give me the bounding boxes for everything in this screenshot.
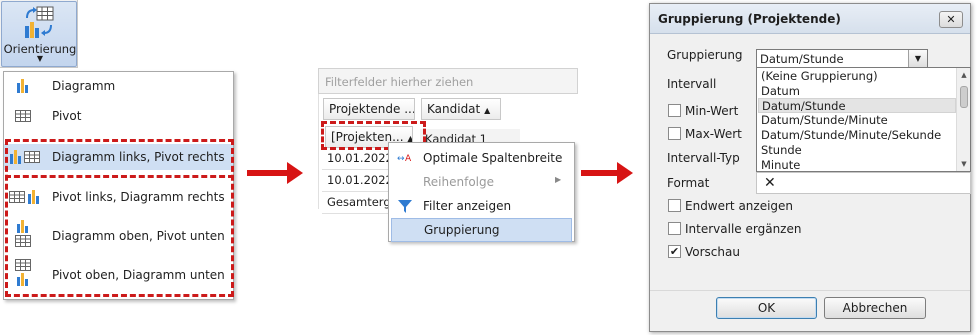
svg-text:↔: ↔ [397,154,405,164]
dropdown-option[interactable]: Stunde [758,143,956,158]
dropdown-option[interactable]: (Keine Gruppierung) [758,69,956,84]
highlight-frame [5,139,234,297]
row-cell: 10.01.2022 1 [322,170,392,192]
label-intervall: Intervall [667,77,717,91]
dropdown-scrollbar[interactable]: ▲ ▼ [956,68,970,171]
label-gruppierung: Gruppierung [667,48,743,62]
scrollbar-thumb[interactable] [960,86,968,108]
sort-up-icon: ▲ [484,106,491,115]
combo-value: Datum/Stunde [760,52,844,66]
close-button[interactable]: ✕ [939,11,963,28]
dropdown-option[interactable]: Minute [758,158,956,170]
label-intervall-typ: Intervall-Typ [667,151,740,165]
bar-chart-icon [17,79,28,93]
label-endwert-anzeigen: Endwert anzeigen [685,199,794,213]
min-wert-checkbox[interactable] [668,104,681,117]
svg-text:A: A [405,154,412,164]
scroll-down-icon[interactable]: ▼ [957,158,971,170]
dialog-divider [650,290,970,291]
label-intervalle-ergaenzen: Intervalle ergänzen [685,222,802,236]
dialog-title: Gruppierung (Projektende) [658,12,841,26]
highlight-divider [5,175,234,178]
chevron-down-icon[interactable]: ▼ [908,50,927,67]
label-vorschau: Vorschau [685,245,740,259]
row-cell: 10.01.2022 1 [322,148,392,170]
ok-button[interactable]: OK [716,297,817,319]
label-max-wert: Max-Wert [685,127,742,141]
pivot-grid-icon [15,110,31,122]
arrow-shaft [581,170,619,176]
checkmark-icon: ✔ [669,245,680,258]
menu-item-gruppierung[interactable]: Gruppierung [391,218,572,242]
menu-item-label: Gruppierung [424,223,500,237]
endwert-anzeigen-checkbox[interactable] [668,199,681,212]
menu-item-label: Optimale Spaltenbreite [423,151,563,165]
label-min-wert: Min-Wert [685,104,739,118]
filter-area[interactable]: Filterfelder hierher ziehen [318,68,578,94]
menu-item-filter-anzeigen[interactable]: Filter anzeigen [389,194,574,218]
menu-item-reihenfolge[interactable]: Reihenfolge ▶ [389,170,574,194]
column-header-kandidat[interactable]: Kandidat ▲ [421,98,501,120]
chevron-right-icon: ▶ [555,175,562,184]
column-header-projektende[interactable]: Projektende ... [323,98,415,120]
dropdown-option-selected[interactable]: Datum/Stunde [758,98,956,113]
orientation-icon [25,6,54,38]
gruppierung-combo[interactable]: Datum/Stunde ▼ [756,49,928,68]
clear-format-icon[interactable]: ✕ [764,175,776,191]
arrow-right-icon [617,162,633,184]
orientierung-button[interactable]: Orientierung ▼ [1,1,77,67]
menu-item-label: Pivot [52,109,82,123]
filter-icon [398,200,412,213]
cancel-button[interactable]: Abbrechen [824,297,926,319]
max-wert-checkbox[interactable] [668,127,681,140]
chevron-down-icon: ▼ [36,54,44,63]
arrow-shaft [247,170,289,176]
header-label: Kandidat [427,102,481,116]
format-field[interactable]: ✕ [756,172,971,194]
scroll-up-icon[interactable]: ▲ [957,69,971,81]
dropdown-option[interactable]: Datum [758,84,956,99]
dropdown-option[interactable]: Datum/Stunde/Minute/Sekunde [758,128,956,143]
menu-item-pivot[interactable]: Pivot [4,103,233,129]
close-icon: ✕ [946,13,956,26]
dropdown-option[interactable]: Datum/Stunde/Minute [758,113,956,128]
gruppierung-dropdown-list: (Keine Gruppierung) Datum Datum/Stunde D… [756,67,971,172]
menu-item-label: Filter anzeigen [423,199,512,213]
label-format: Format [667,176,710,190]
vorschau-checkbox[interactable]: ✔ [668,245,681,258]
arrow-right-icon [287,162,303,184]
menu-item-label: Diagramm [52,79,116,93]
column-width-icon: ↔ A [397,154,412,164]
menu-item-diagramm[interactable]: Diagramm [4,73,233,99]
menu-item-optimale-spaltenbreite[interactable]: ↔ A Optimale Spaltenbreite [389,146,574,170]
row-cell: Gesamtergebn [322,192,392,214]
header-label: Projektende ... [329,102,415,116]
menu-item-label: Reihenfolge [423,175,495,189]
context-menu: ↔ A Optimale Spaltenbreite Reihenfolge ▶… [388,142,575,242]
intervalle-ergaenzen-checkbox[interactable] [668,222,681,235]
